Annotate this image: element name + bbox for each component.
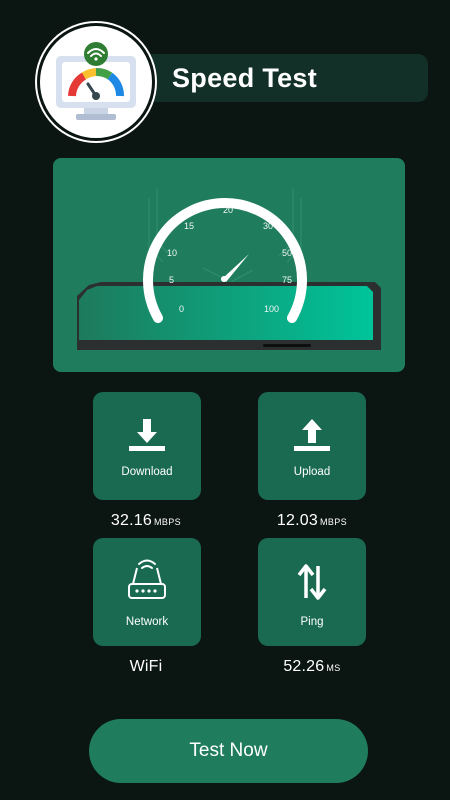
upload-speed: 12.03: [276, 512, 318, 529]
upload-unit: MBPS: [319, 517, 348, 527]
speedometer-monitor-wifi-icon: [56, 42, 136, 120]
download-unit: MBPS: [153, 517, 182, 527]
gauge-tick: 75: [282, 275, 292, 285]
download-value: 32.16 MBPS: [66, 512, 226, 530]
gauge-tick: 0: [179, 304, 184, 314]
download-speed: 32.16: [110, 512, 152, 529]
gauge-tick: 20: [223, 205, 233, 215]
speed-gauge-card: 0 5 10 15 20 30 50 75 100: [53, 158, 405, 372]
upload-value: 12.03 MBPS: [232, 512, 392, 530]
ping-tile[interactable]: Ping: [258, 538, 366, 646]
ping-time: 52.26: [283, 658, 325, 675]
app-title: Speed Test: [172, 63, 318, 93]
download-tile[interactable]: Download: [93, 392, 201, 500]
download-icon: [129, 419, 165, 451]
network-tile[interactable]: Network: [93, 538, 201, 646]
ping-label: Ping: [300, 616, 324, 628]
ping-unit: MS: [326, 663, 341, 673]
gauge-tick: 50: [282, 248, 292, 258]
gauge-tick: 10: [167, 248, 177, 258]
ping-value: 52.26 MS: [232, 658, 392, 676]
upload-tile[interactable]: Upload: [258, 392, 366, 500]
upload-label: Upload: [293, 466, 331, 478]
router-icon: [128, 559, 166, 599]
gauge-tick: 5: [169, 275, 174, 285]
download-label: Download: [121, 466, 173, 478]
gauge-tick: 30: [263, 221, 273, 231]
up-down-arrows-icon: [297, 564, 327, 600]
gauge-needle: [223, 254, 249, 282]
gauge-tick: 15: [184, 221, 194, 231]
app-logo: [37, 23, 155, 141]
network-label: Network: [125, 616, 169, 628]
gauge-tick: 100: [264, 304, 279, 314]
network-value: WiFi: [129, 658, 163, 675]
test-now-button[interactable]: Test Now: [89, 719, 368, 783]
upload-icon: [294, 419, 330, 451]
